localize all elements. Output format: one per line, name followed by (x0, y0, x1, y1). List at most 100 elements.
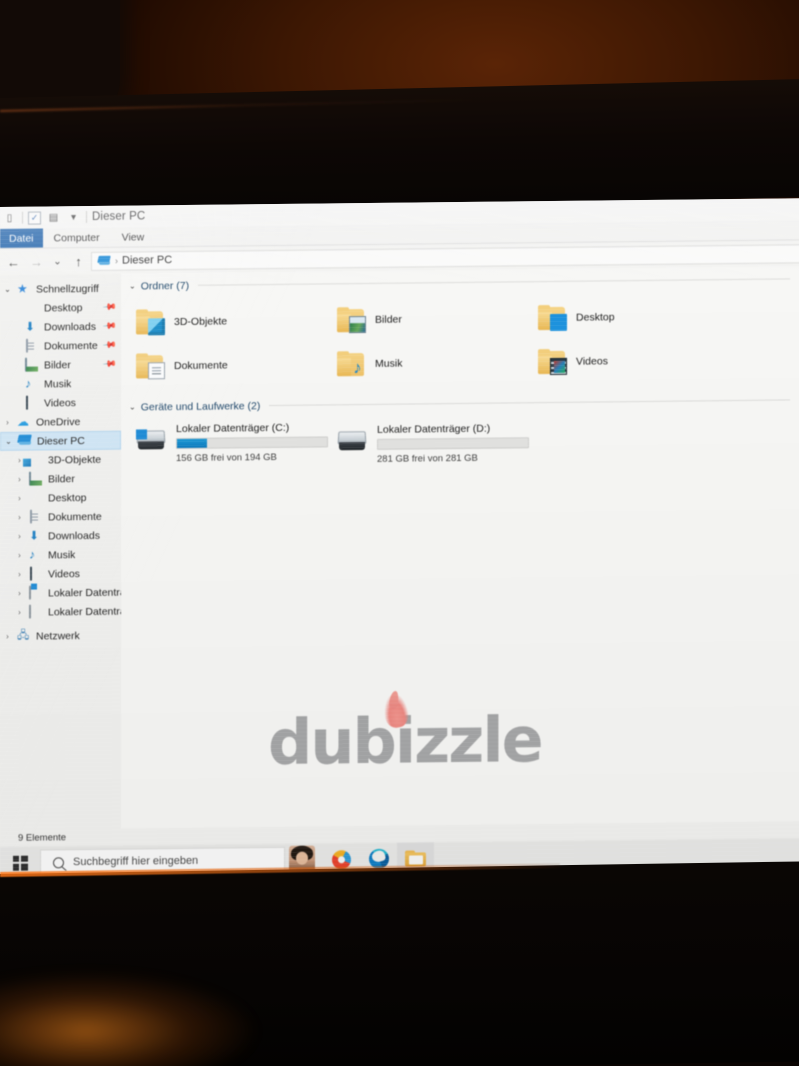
sidebar-item-dokumente-pc[interactable]: › Dokumente (0, 507, 121, 527)
folder-label: Dokumente (174, 359, 228, 373)
tab-computer[interactable]: Computer (43, 228, 111, 248)
drive-item-c[interactable]: Lokaler Datenträger (C:) 156 GB frei von… (135, 420, 336, 467)
sidebar-item-bilder[interactable]: › Bilder 📌 (0, 355, 121, 375)
tab-view[interactable]: View (111, 227, 156, 246)
chevron-right-icon[interactable]: › (14, 589, 25, 598)
chevron-right-icon[interactable]: › (14, 475, 25, 484)
arrow-up-icon[interactable]: ↑ (68, 250, 89, 271)
search-icon (53, 856, 64, 868)
chevron-right-icon[interactable]: › (2, 418, 13, 427)
music-note-icon: ♪ (353, 358, 362, 378)
pin-icon[interactable]: 📌 (102, 337, 117, 353)
sidebar-item-onedrive[interactable]: › ☁ OneDrive (0, 412, 121, 432)
sidebar-item-videos-pc[interactable]: › Videos (0, 564, 121, 584)
breadcrumb-separator: › (115, 255, 118, 266)
divider (86, 211, 87, 224)
chevron-down-icon[interactable]: ⌄ (49, 251, 66, 272)
sidebar-item-lokaler-datentraeger-c[interactable]: › Lokaler Datenträger (0, 583, 121, 603)
sidebar-item-netzwerk[interactable]: › 🖧 Netzwerk (0, 626, 121, 646)
drive-windows-icon (135, 428, 167, 452)
system-menu-icon[interactable]: ▯ (2, 210, 17, 225)
sidebar-item-label: Lokaler Datenträger (48, 586, 121, 599)
folder-label: 3D-Objekte (174, 315, 228, 329)
sidebar-item-label: OneDrive (36, 415, 81, 429)
chevron-right-icon[interactable]: › (14, 551, 25, 560)
group-header-label: Ordner (7) (140, 279, 190, 292)
chevron-placeholder: › (10, 323, 21, 332)
chevron-down-icon[interactable]: ⌄ (2, 285, 13, 294)
drive-item-d[interactable]: Lokaler Datenträger (D:) 281 GB frei von… (336, 418, 556, 465)
chevron-right-icon[interactable]: › (14, 494, 25, 503)
sidebar-item-3d-objekte[interactable]: › 3D-Objekte (0, 450, 121, 470)
sidebar-item-downloads[interactable]: › ⬇ Downloads 📌 (0, 317, 121, 337)
folder-item-desktop[interactable]: Desktop (537, 294, 738, 340)
pin-icon[interactable]: 📌 (102, 318, 117, 334)
folder-tiles: 3D-Objekte Bilder Desktop Dokumente ♪ Mu… (121, 287, 799, 388)
drive-windows-icon (29, 585, 31, 600)
sidebar-item-schnellzugriff[interactable]: ⌄ ★ Schnellzugriff (0, 279, 121, 299)
sidebar-item-label: Schnellzugriff (36, 282, 99, 296)
chevron-right-icon[interactable]: › (14, 570, 25, 579)
window-title: Dieser PC (92, 210, 146, 223)
pin-icon[interactable]: 📌 (102, 299, 117, 315)
cloud-icon: ☁ (17, 414, 29, 429)
tab-datei[interactable]: Datei (0, 228, 43, 248)
folder-label: Desktop (576, 311, 615, 324)
drive-capacity-text: 156 GB frei von 194 GB (176, 451, 277, 465)
document-icon (148, 362, 165, 380)
sidebar-item-downloads-pc[interactable]: › ⬇ Downloads (0, 526, 121, 546)
checkbox-icon[interactable]: ✓ (28, 211, 41, 225)
folder-icon (537, 349, 567, 376)
chevron-placeholder: › (10, 399, 21, 408)
sidebar-item-label: Bilder (48, 472, 75, 485)
folder-item-dokumente[interactable]: Dokumente (135, 342, 336, 388)
pin-icon[interactable]: 📌 (102, 356, 117, 372)
sidebar-item-label: Dieser PC (37, 434, 85, 448)
folder-item-bilder[interactable]: Bilder (336, 296, 537, 342)
sidebar-item-desktop[interactable]: › Desktop 📌 (0, 298, 121, 318)
chevron-down-icon[interactable]: ⌄ (129, 402, 136, 411)
drive-capacity-text: 281 GB frei von 281 GB (377, 452, 478, 465)
folder-item-videos[interactable]: Videos (537, 338, 738, 384)
film-icon (550, 357, 567, 376)
this-pc-icon (98, 256, 111, 266)
arrow-right-icon[interactable]: → (26, 251, 47, 272)
laptop-screen: ▯ ✓ ▤ ▾ Dieser PC Datei Computer View ← … (0, 198, 799, 880)
document-icon (30, 509, 32, 524)
folder-item-3d-objekte[interactable]: 3D-Objekte (135, 298, 336, 344)
drive-tiles: Lokaler Datenträger (C:) 156 GB frei von… (121, 408, 799, 467)
folder-label: Videos (576, 355, 608, 368)
chevron-placeholder: › (10, 304, 21, 313)
sidebar-item-desktop-pc[interactable]: › Desktop (0, 488, 121, 508)
drive-icon (29, 604, 31, 619)
chevron-down-icon[interactable]: ⌄ (3, 437, 14, 446)
video-icon (26, 395, 28, 410)
sidebar-item-label: Videos (48, 567, 80, 580)
chevron-right-icon[interactable]: › (14, 532, 25, 541)
monitor-icon (550, 313, 567, 332)
chevron-down-icon[interactable]: ⌄ (129, 281, 136, 290)
chevron-down-icon[interactable]: ▾ (66, 210, 81, 225)
chevron-right-icon[interactable]: › (14, 513, 25, 522)
sidebar-item-lokaler-datentraeger-d[interactable]: › Lokaler Datenträger (0, 602, 121, 622)
sidebar-item-dokumente[interactable]: › Dokumente 📌 (0, 336, 121, 356)
sidebar-item-label: Downloads (44, 320, 96, 333)
folder-icon (135, 353, 165, 380)
video-icon (30, 566, 32, 581)
folder-item-musik[interactable]: ♪ Musik (336, 340, 537, 386)
sidebar-item-videos[interactable]: › Videos (0, 393, 121, 413)
sidebar-item-dieser-pc[interactable]: ⌄ Dieser PC (0, 430, 121, 451)
sidebar-item-musik-pc[interactable]: › ♪ Musik (0, 545, 121, 565)
drive-usage-fill (177, 438, 207, 449)
chevron-right-icon[interactable]: › (14, 608, 25, 617)
picture-icon (349, 315, 366, 334)
music-icon: ♪ (29, 547, 35, 562)
sidebar-item-label: 3D-Objekte (48, 453, 102, 466)
sidebar-item-musik[interactable]: › ♪ Musik (0, 374, 121, 394)
search-placeholder: Suchbegriff hier eingeben (73, 854, 199, 869)
chevron-placeholder: › (10, 361, 21, 370)
arrow-left-icon[interactable]: ← (3, 251, 24, 272)
properties-icon[interactable]: ▤ (46, 210, 61, 225)
chevron-right-icon[interactable]: › (2, 632, 13, 641)
sidebar-item-bilder-pc[interactable]: › Bilder (0, 469, 121, 489)
